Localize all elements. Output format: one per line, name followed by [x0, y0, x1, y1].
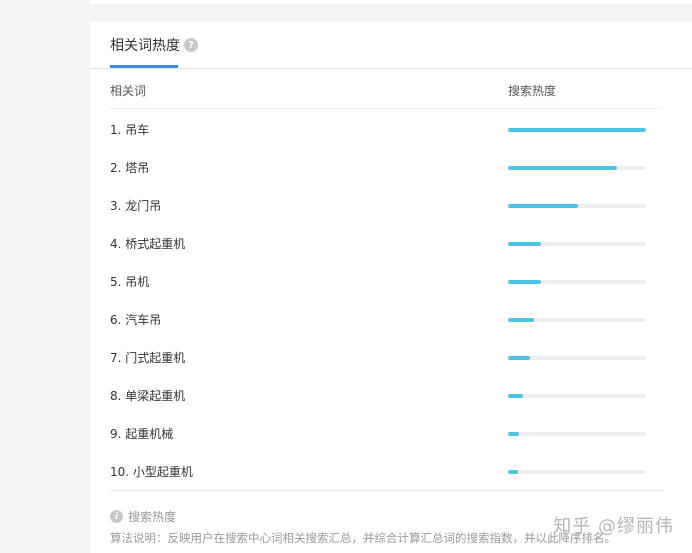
heat-bar-fill [508, 242, 542, 246]
heat-bar-track [508, 204, 646, 208]
term-label[interactable]: 10. 小型起重机 [110, 463, 193, 480]
heat-bar-track [508, 242, 646, 246]
algorithm-description: 算法说明：反映用户在搜索中心词相关搜索汇总，并综合计算汇总词的搜索指数，并以此降… [110, 531, 616, 545]
term-row: 5. 吊机 [110, 261, 662, 299]
heat-bar-track [508, 128, 646, 132]
heat-bar-track [508, 318, 646, 322]
top-strip [90, 0, 692, 4]
term-row: 10. 小型起重机 [110, 451, 662, 489]
divider [110, 490, 662, 491]
tab-bar: 相关词热度 ? [90, 22, 692, 69]
related-terms-card: 相关词热度 ? 相关词 搜索热度 1. 吊车 2. 塔吊 3. 龙门吊 4. 桥式起重… [90, 22, 692, 553]
info-icon: i [110, 510, 123, 523]
footer-title-text: 搜索热度 [128, 510, 177, 524]
term-row: 4. 桥式起重机 [110, 223, 662, 261]
term-label[interactable]: 3. 龙门吊 [110, 197, 161, 214]
heat-bar-track [508, 356, 646, 360]
watermark: 知乎 @缪丽伟 [553, 516, 674, 537]
heat-bar-track [508, 432, 646, 436]
heat-bar-fill [508, 432, 520, 436]
term-label[interactable]: 1. 吊车 [110, 121, 149, 138]
table-header: 相关词 搜索热度 [110, 80, 662, 109]
heat-bar-fill [508, 204, 579, 208]
term-row: 8. 单梁起重机 [110, 375, 662, 413]
term-row: 9. 起重机械 [110, 413, 662, 451]
footer-title: i 搜索热度 [110, 508, 176, 525]
term-label[interactable]: 6. 汽车吊 [110, 311, 161, 328]
heat-bar-fill [508, 166, 618, 170]
term-row: 2. 塔吊 [110, 147, 662, 185]
tab-label: 相关词热度 [110, 38, 180, 54]
heat-bar-track [508, 280, 646, 284]
heat-bar-track [508, 470, 646, 474]
term-label[interactable]: 7. 门式起重机 [110, 349, 185, 366]
term-row: 1. 吊车 [110, 109, 662, 147]
term-label[interactable]: 5. 吊机 [110, 273, 149, 290]
column-header-heat: 搜索热度 [508, 84, 557, 98]
heat-bar-track [508, 166, 646, 170]
heat-bar-fill [508, 356, 531, 360]
term-row: 7. 门式起重机 [110, 337, 662, 375]
term-row: 6. 汽车吊 [110, 299, 662, 337]
heat-bar-fill [508, 470, 518, 474]
heat-bar-fill [508, 394, 524, 398]
term-row: 3. 龙门吊 [110, 185, 662, 223]
term-label[interactable]: 8. 单梁起重机 [110, 387, 185, 404]
term-label[interactable]: 4. 桥式起重机 [110, 235, 185, 252]
active-tab-underline [110, 65, 178, 68]
heat-bar-fill [508, 128, 646, 132]
term-label[interactable]: 2. 塔吊 [110, 159, 149, 176]
help-icon[interactable]: ? [184, 38, 198, 52]
heat-bar-fill [508, 280, 542, 284]
heat-bar-track [508, 394, 646, 398]
column-header-term: 相关词 [110, 84, 147, 98]
heat-bar-fill [508, 318, 535, 322]
tab-related-terms-heat[interactable]: 相关词热度 ? [110, 22, 198, 68]
term-label[interactable]: 9. 起重机械 [110, 425, 173, 442]
term-list: 1. 吊车 2. 塔吊 3. 龙门吊 4. 桥式起重机 5. 吊机 6. 汽车吊 7. 门式… [110, 109, 662, 489]
